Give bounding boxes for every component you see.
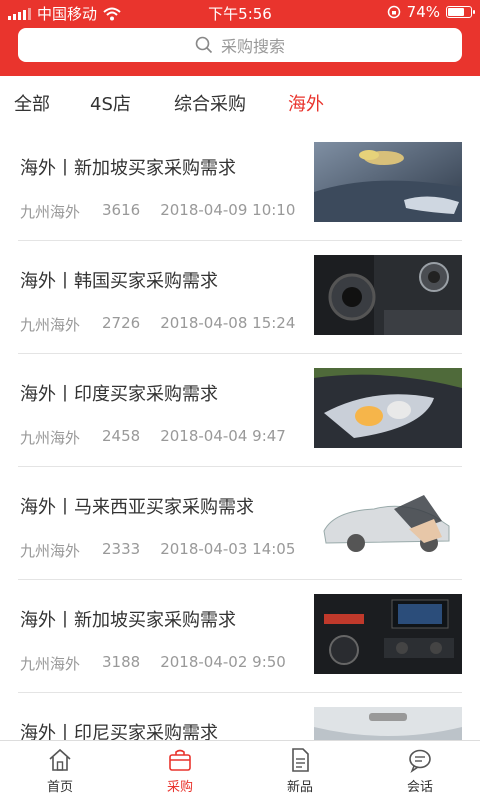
header: 采购搜索 — [0, 24, 480, 76]
item-title: 海外丨韩国买家采购需求 — [20, 271, 218, 292]
home-icon — [49, 748, 71, 771]
item-title: 海外丨新加坡买家采购需求 — [20, 158, 236, 179]
item-source: 九州海外 — [20, 429, 81, 447]
item-title: 海外丨马来西亚买家采购需求 — [20, 497, 254, 518]
tab-general-purchase[interactable]: 综合采购 — [174, 90, 246, 116]
item-source: 九州海外 — [20, 316, 81, 334]
item-date: 2018-04-08 15:24 — [160, 314, 296, 332]
item-date: 2018-04-04 9:47 — [160, 427, 286, 445]
tabbar-new-products-label: 新品 — [286, 780, 313, 795]
item-views: 2458 — [102, 427, 141, 445]
tabbar-home-label: 首页 — [46, 780, 73, 795]
battery-icon — [446, 6, 475, 18]
rotation-lock-icon — [387, 5, 400, 19]
list-item[interactable]: 海外丨韩国买家采购需求 九州海外 2726 2018-04-08 15:24 — [18, 241, 462, 354]
purchase-list: 海外丨新加坡买家采购需求 九州海外 3616 2018-04-09 10:10 … — [0, 128, 480, 800]
list-item[interactable]: 海外丨新加坡买家采购需求 九州海外 3616 2018-04-09 10:10 — [18, 128, 462, 241]
item-source: 九州海外 — [20, 203, 81, 221]
item-title: 海外丨新加坡买家采购需求 — [20, 610, 236, 631]
chat-icon — [409, 749, 431, 773]
tabbar-purchase-label: 采购 — [166, 780, 193, 795]
search-icon — [195, 36, 213, 54]
search-bar[interactable]: 采购搜索 — [18, 28, 462, 62]
window-tint-film-image — [314, 481, 462, 561]
item-source: 九州海外 — [20, 542, 81, 560]
tabbar-new-products[interactable]: 新品 — [240, 741, 360, 800]
category-tabs: 全部 4S店 综合采购 海外 — [0, 76, 480, 128]
search-placeholder: 采购搜索 — [220, 37, 285, 56]
item-views: 2726 — [102, 314, 141, 332]
tab-all[interactable]: 全部 — [14, 90, 50, 116]
tabbar-purchase[interactable]: 采购 — [120, 741, 240, 800]
item-views: 3188 — [102, 653, 141, 671]
tab-overseas[interactable]: 海外 — [288, 90, 324, 116]
car-hood-cleaning-image — [314, 142, 462, 222]
battery-percent: 74% — [406, 3, 440, 21]
item-title: 海外丨印度买家采购需求 — [20, 384, 218, 405]
tabbar-chat[interactable]: 会话 — [360, 741, 480, 800]
list-item[interactable]: 海外丨新加坡买家采购需求 九州海外 3188 2018-04-02 9:50 — [18, 580, 462, 693]
list-item[interactable]: 海外丨印度买家采购需求 九州海外 2458 2018-04-04 9:47 — [18, 354, 462, 467]
item-source: 九州海外 — [20, 655, 81, 673]
tabbar-home[interactable]: 首页 — [0, 741, 120, 800]
list-item[interactable]: 海外丨马来西亚买家采购需求 九州海外 2333 2018-04-03 14:05 — [18, 467, 462, 580]
tab-4s-store[interactable]: 4S店 — [90, 90, 131, 116]
car-dashboard-image — [314, 594, 462, 674]
car-headlight-image — [314, 368, 462, 448]
bottom-tab-bar: 首页 采购 新品 会话 — [0, 740, 480, 800]
item-date: 2018-04-09 10:10 — [160, 201, 296, 219]
car-speaker-image — [314, 255, 462, 335]
tabbar-chat-label: 会话 — [406, 780, 433, 795]
document-icon — [292, 748, 309, 772]
item-views: 2333 — [102, 540, 141, 558]
item-views: 3616 — [102, 201, 141, 219]
item-date: 2018-04-03 14:05 — [160, 540, 296, 558]
item-date: 2018-04-02 9:50 — [160, 653, 286, 671]
status-bar: 中国移动 下午5:56 74% — [0, 0, 480, 24]
bag-icon — [169, 749, 191, 771]
